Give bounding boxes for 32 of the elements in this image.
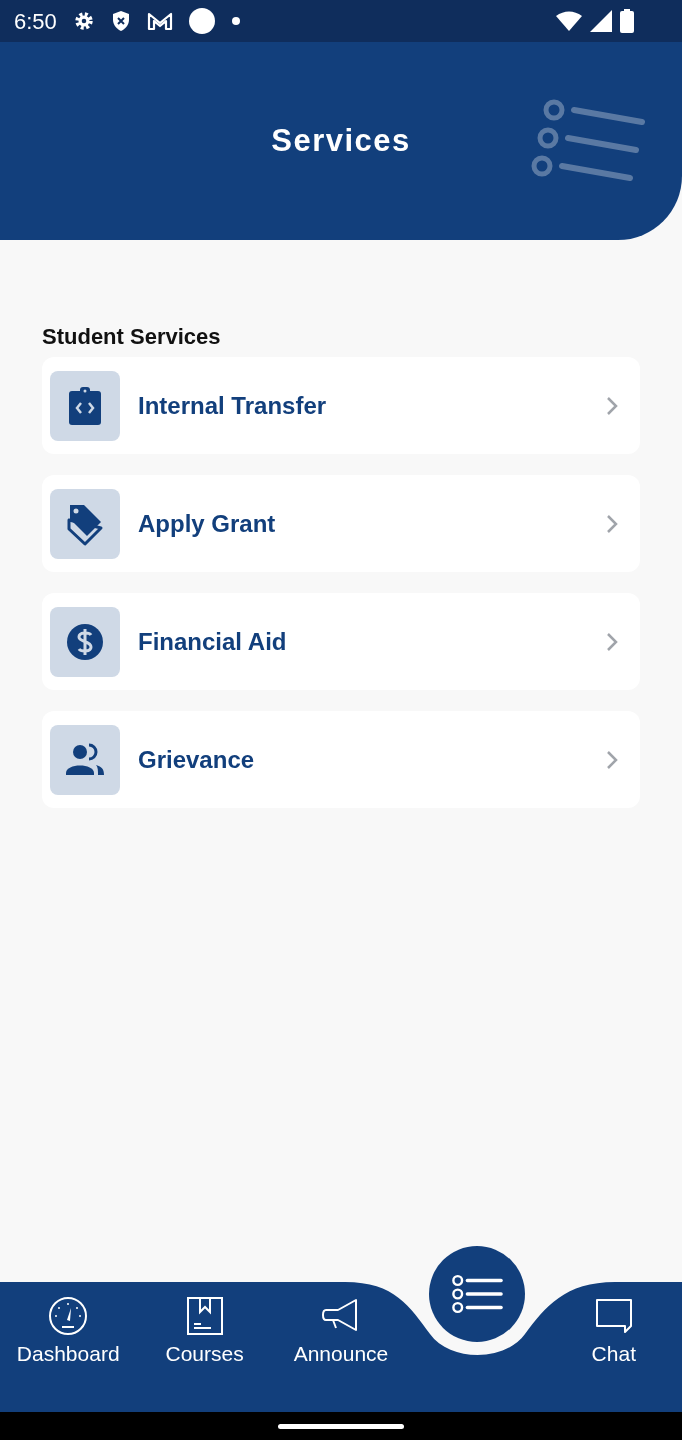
shield-icon (110, 10, 131, 32)
clipboard-icon (50, 370, 120, 441)
home-indicator[interactable] (278, 1423, 404, 1429)
users-icon (50, 724, 120, 795)
service-item[interactable]: Financial Aid (42, 593, 640, 690)
book-icon (184, 1296, 225, 1336)
service-item[interactable]: Apply Grant (42, 475, 640, 572)
nav-tab[interactable]: Chat (591, 1282, 636, 1412)
chat-icon (593, 1296, 634, 1336)
gear-icon (72, 10, 95, 32)
mail-icon (146, 11, 173, 31)
page-title: Services (271, 121, 411, 160)
circle-icon (188, 8, 215, 34)
service-item[interactable]: Internal Transfer (42, 357, 640, 454)
dollar-icon (50, 606, 120, 677)
status-time: 6:50 (14, 7, 57, 36)
wifi-icon (556, 11, 582, 31)
nav-tab[interactable]: Courses (165, 1282, 244, 1412)
signal-icon (590, 10, 612, 32)
chevron-right-icon (606, 749, 618, 770)
service-item[interactable]: Grievance (42, 711, 640, 808)
nav-tab[interactable]: Announce (293, 1282, 389, 1412)
chevron-right-icon (606, 395, 618, 416)
gauge-icon (48, 1296, 89, 1336)
section-title: Student Services (42, 323, 222, 351)
chevron-right-icon (606, 513, 618, 534)
tags-icon (50, 488, 120, 559)
nav-tab[interactable]: Dashboard (16, 1282, 120, 1412)
chevron-right-icon (606, 631, 618, 652)
battery-icon (620, 9, 634, 33)
dot-icon (230, 16, 241, 26)
menu-button[interactable] (429, 1246, 525, 1342)
